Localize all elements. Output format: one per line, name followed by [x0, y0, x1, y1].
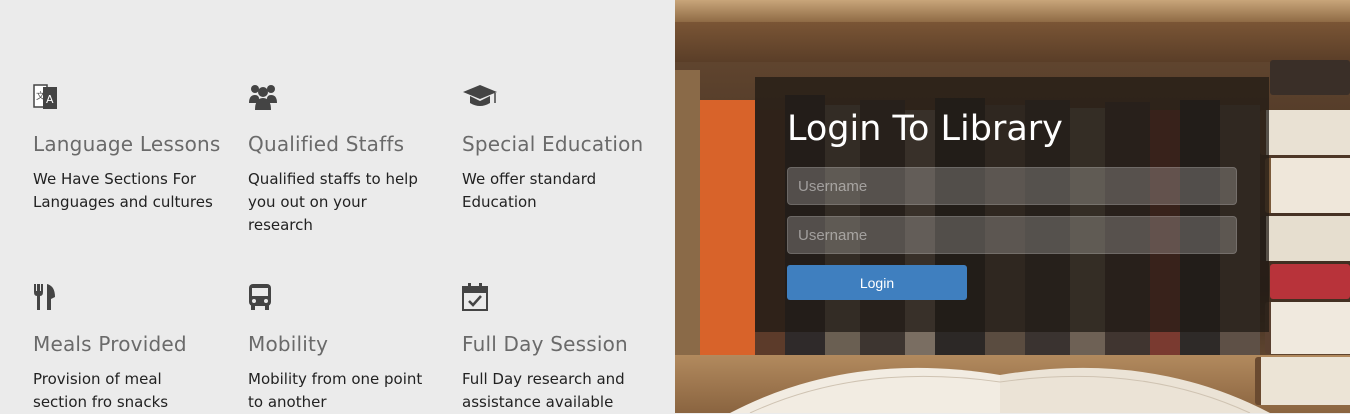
- library-background-image: Login To Library Login: [675, 0, 1350, 413]
- book-stack: [1270, 264, 1350, 299]
- feature-title: Qualified Staffs: [248, 132, 405, 156]
- book-stack: [1265, 302, 1350, 354]
- feature-full-day-session: Full Day Session Full Day research and a…: [462, 283, 662, 414]
- feature-qualified-staffs: Qualified Staffs Qualified staffs to hel…: [248, 83, 448, 237]
- login-card: Login To Library Login: [755, 77, 1269, 332]
- feature-language-lessons: 文 A Language Lessons We Have Sections Fo…: [33, 83, 233, 214]
- book-spine: [700, 100, 755, 355]
- login-title: Login To Library: [787, 109, 1063, 149]
- feature-description: Mobility from one point to another: [248, 370, 423, 411]
- language-icon: 文 A: [33, 83, 65, 113]
- feature-meals-provided: Meals Provided Provision of meal section…: [33, 283, 233, 414]
- book-stack: [1265, 158, 1350, 213]
- users-icon: [248, 83, 280, 113]
- bookshelf-back: [675, 22, 1350, 62]
- svg-text:文: 文: [36, 90, 45, 102]
- feature-title: Language Lessons: [33, 132, 221, 156]
- fork-knife-icon: [33, 283, 65, 313]
- book-stack: [1260, 110, 1350, 155]
- bus-icon: [248, 283, 280, 313]
- book-stack: [1260, 216, 1350, 261]
- book-spine: [675, 70, 700, 360]
- feature-description: Qualified staffs to help you out on your…: [248, 170, 418, 234]
- feature-title: Special Education: [462, 132, 644, 156]
- bookshelf-top: [675, 0, 1350, 22]
- calendar-check-icon: [462, 283, 494, 313]
- feature-description: We Have Sections For Languages and cultu…: [33, 170, 213, 211]
- feature-description: Full Day research and assistance availab…: [462, 370, 625, 411]
- password-input[interactable]: [787, 216, 1237, 254]
- graduation-cap-icon: [462, 83, 497, 113]
- open-book-image: [730, 367, 1270, 413]
- login-button[interactable]: Login: [787, 265, 967, 300]
- feature-special-education: Special Education We offer standard Educ…: [462, 83, 662, 214]
- svg-text:A: A: [46, 93, 54, 106]
- feature-mobility: Mobility Mobility from one point to anot…: [248, 283, 448, 414]
- feature-title: Meals Provided: [33, 332, 187, 356]
- feature-title: Full Day Session: [462, 332, 628, 356]
- book-stack: [1270, 60, 1350, 95]
- feature-description: Provision of meal section fro snacks: [33, 370, 169, 411]
- feature-description: We offer standard Education: [462, 170, 597, 211]
- username-input[interactable]: [787, 167, 1237, 205]
- features-panel: 文 A Language Lessons We Have Sections Fo…: [0, 0, 675, 413]
- feature-title: Mobility: [248, 332, 329, 356]
- book-stack: [1255, 357, 1350, 405]
